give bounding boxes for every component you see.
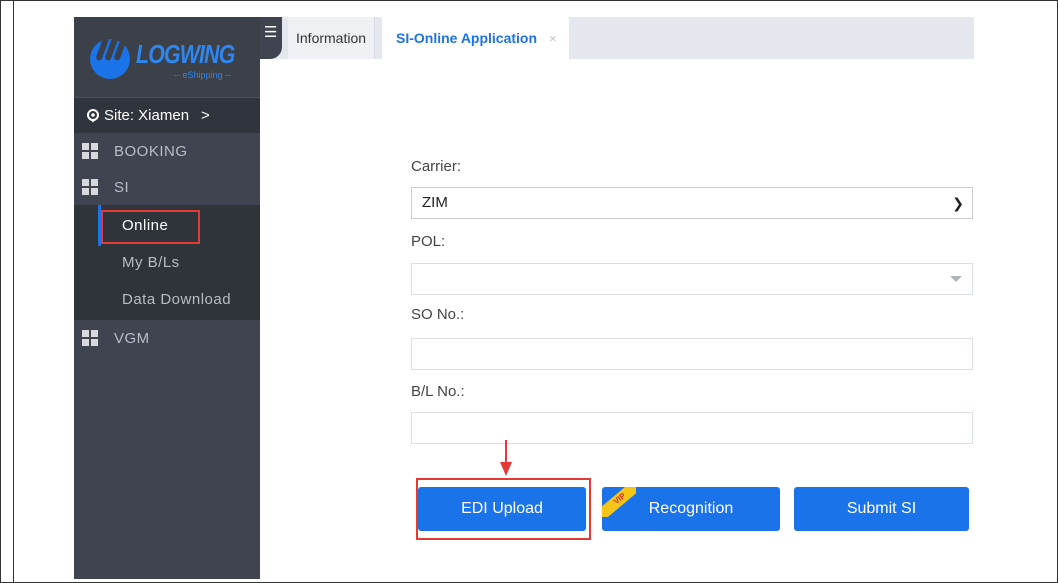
sidebar-item-label: My B/Ls (122, 254, 180, 271)
close-icon[interactable]: × (549, 31, 557, 46)
logo-subtext: -- eShipping -- (174, 70, 232, 80)
sidebar-item-label: VGM (114, 329, 150, 347)
sidebar-item-label: Data Download (122, 291, 232, 308)
sidebar-item-my-bls[interactable]: My B/Ls (74, 244, 260, 281)
tab-bar: ☰ Information SI-Online Application × (260, 17, 974, 59)
so-number-input[interactable] (411, 338, 973, 370)
pol-label: POL: (411, 233, 446, 250)
bl-number-input[interactable] (411, 412, 973, 444)
grid-icon (82, 143, 98, 159)
carrier-select[interactable]: ZIM ❯ (411, 187, 973, 219)
highlight-online-box (101, 210, 200, 244)
sidebar-item-vgm[interactable]: VGM (74, 320, 260, 356)
sidebar-item-si[interactable]: SI (74, 169, 260, 205)
site-label: Site: Xiamen (104, 107, 190, 124)
grid-icon (82, 330, 98, 346)
carrier-value: ZIM (422, 194, 448, 211)
tab-information[interactable]: Information (288, 17, 376, 59)
so-label: SO No.: (411, 306, 465, 323)
highlight-edi-box (416, 478, 591, 540)
sidebar-item-label: SI (114, 178, 130, 196)
tab-label: SI-Online Application (396, 30, 538, 46)
arrow-down-icon (500, 462, 512, 476)
frame-divider (13, 0, 14, 583)
site-selector[interactable]: Site: Xiamen > (74, 97, 260, 133)
chevron-right-icon: > (201, 107, 210, 124)
recognition-label: Recognition (648, 500, 734, 517)
pol-select[interactable] (411, 263, 973, 295)
tab-si-online-application[interactable]: SI-Online Application × (382, 17, 569, 59)
tab-label: Information (296, 30, 367, 46)
vip-ribbon: VIP (602, 487, 636, 517)
sidebar-item-booking[interactable]: BOOKING (74, 133, 260, 169)
menu-fold-icon: ☰ (264, 24, 278, 41)
logo: LOGWING -- eShipping -- (74, 17, 260, 97)
caret-down-icon (950, 276, 962, 282)
collapse-sidebar-button[interactable]: ☰ (260, 17, 282, 59)
annotation-arrow (505, 440, 507, 464)
chevron-down-icon: ❯ (952, 195, 964, 211)
sidebar-item-data-download[interactable]: Data Download (74, 281, 260, 318)
location-pin-icon (87, 108, 99, 122)
vip-badge: VIP (602, 487, 636, 517)
logo-icon (90, 39, 130, 79)
grid-icon (82, 179, 98, 195)
bl-label: B/L No.: (411, 383, 465, 400)
logo-text: LOGWING (136, 39, 235, 69)
carrier-label: Carrier: (411, 158, 462, 175)
submit-si-button[interactable]: Submit SI (794, 487, 969, 531)
sidebar-item-label: BOOKING (114, 142, 188, 160)
sidebar: LOGWING -- eShipping -- Site: Xiamen > B… (74, 17, 260, 579)
